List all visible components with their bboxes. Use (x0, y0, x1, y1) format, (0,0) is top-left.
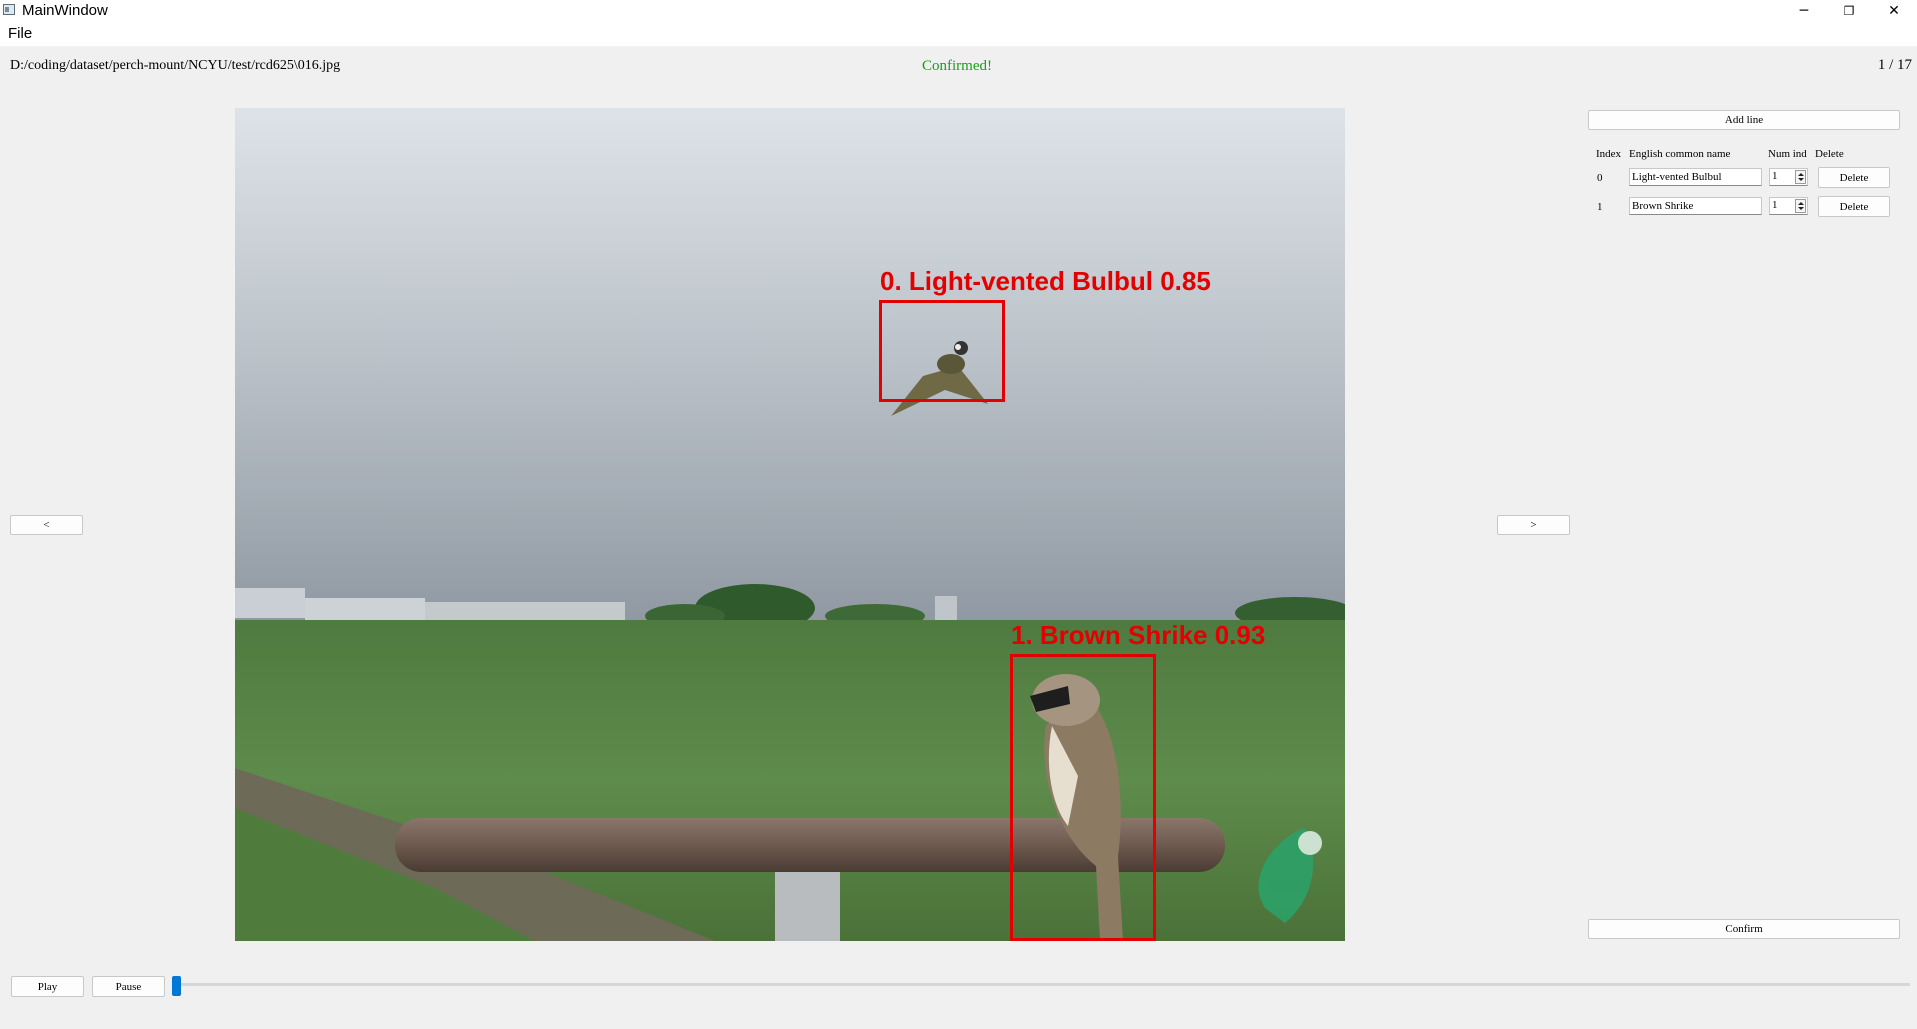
next-button[interactable]: > (1497, 515, 1570, 535)
confirm-button[interactable]: Confirm (1588, 919, 1900, 939)
row-1-num-value: 1 (1772, 199, 1778, 211)
spin-arrows-icon[interactable] (1795, 170, 1806, 184)
restore-icon[interactable]: ❐ (1826, 0, 1872, 22)
row-0-index: 0 (1597, 172, 1603, 184)
detection-box-1[interactable] (1010, 654, 1156, 941)
scene-image (235, 108, 1345, 941)
add-line-button[interactable]: Add line (1588, 110, 1900, 130)
pause-button[interactable]: Pause (92, 976, 165, 997)
slider-handle[interactable] (172, 976, 181, 996)
detection-label-1: 1. Brown Shrike 0.93 (1011, 620, 1266, 650)
header-index: Index (1596, 148, 1622, 160)
progress-slider[interactable] (172, 983, 1910, 986)
title-bar: MainWindow ─ ❐ ✕ (0, 0, 1917, 22)
image-counter: 1 / 17 (1877, 57, 1912, 73)
detection-label-0: 0. Light-vented Bulbul 0.85 (880, 266, 1211, 296)
prev-button[interactable]: < (10, 515, 83, 535)
row-1-delete-button[interactable]: Delete (1818, 196, 1890, 217)
status-text: Confirmed! (922, 58, 992, 74)
row-1-name-field[interactable]: Brown Shrike (1629, 197, 1762, 215)
header-name: English common name (1629, 148, 1731, 160)
menu-file[interactable]: File (8, 25, 32, 42)
row-0-num-spinbox[interactable]: 1 (1769, 168, 1808, 186)
spin-arrows-icon[interactable] (1795, 199, 1806, 213)
window-title: MainWindow (22, 2, 108, 19)
menu-bar: File (0, 22, 1917, 46)
row-0-num-value: 1 (1772, 170, 1778, 182)
row-1-index: 1 (1597, 201, 1603, 213)
row-0-delete-button[interactable]: Delete (1818, 167, 1890, 188)
minimize-icon[interactable]: ─ (1781, 0, 1827, 22)
close-icon[interactable]: ✕ (1871, 0, 1917, 22)
app-icon (3, 4, 15, 15)
header-delete: Delete (1815, 148, 1844, 160)
detection-image: 0. Light-vented Bulbul 0.85 1. Brown Shr… (235, 108, 1345, 941)
header-num: Num ind (1768, 148, 1807, 160)
detection-box-0[interactable] (879, 300, 1005, 402)
play-button[interactable]: Play (11, 976, 84, 997)
row-0-name-field[interactable]: Light-vented Bulbul (1629, 168, 1762, 186)
row-1-num-spinbox[interactable]: 1 (1769, 197, 1808, 215)
file-path: D:/coding/dataset/perch-mount/NCYU/test/… (10, 58, 341, 73)
